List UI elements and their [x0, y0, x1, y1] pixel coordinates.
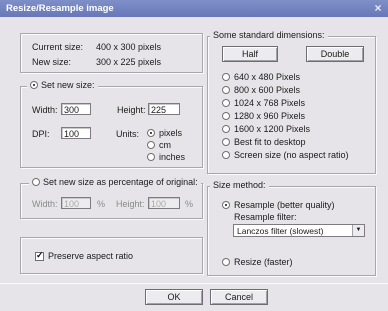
half-button[interactable]: Half	[222, 46, 278, 62]
unit-inches-radio[interactable]	[147, 153, 155, 161]
resample-filter-select[interactable]: Lanczos filter (slowest) ▼	[233, 224, 365, 237]
dpi-label: DPI:	[32, 129, 50, 139]
current-size-label: Current size:	[32, 42, 84, 52]
percentage-group: Set new size as percentage of original: …	[20, 177, 203, 219]
std-1600-radio[interactable]	[222, 125, 230, 133]
ok-button[interactable]: OK	[145, 289, 203, 305]
dpi-input[interactable]: 100	[61, 127, 91, 139]
std-640-radio[interactable]	[222, 73, 230, 81]
new-size-label: New size:	[32, 57, 72, 67]
percent-height-unit: %	[185, 199, 194, 209]
current-size-value: 400 x 300 pixels	[96, 42, 162, 52]
title-bar: Resize/Resample image ×	[0, 0, 388, 17]
size-method-group: Size method: Resample (better quality) R…	[207, 180, 376, 276]
standard-dimensions-group: Some standard dimensions: Half Double 64…	[207, 30, 376, 174]
std-option-1024[interactable]: 1024 x 768 Pixels	[222, 98, 305, 108]
cancel-button[interactable]: Cancel	[210, 289, 268, 305]
unit-option-cm[interactable]: cm	[147, 140, 171, 150]
set-new-size-label: Set new size:	[41, 80, 95, 90]
standard-dimensions-title: Some standard dimensions:	[210, 30, 328, 40]
chevron-down-icon[interactable]: ▼	[352, 225, 364, 236]
set-new-size-radio[interactable]	[30, 81, 38, 89]
unit-pixels-label: pixels	[159, 128, 183, 138]
std-option-1280[interactable]: 1280 x 960 Pixels	[222, 111, 305, 121]
resample-filter-label: Resample filter:	[234, 212, 297, 222]
percent-width-label: Width:	[32, 199, 58, 209]
unit-option-pixels[interactable]: pixels	[147, 128, 182, 138]
resample-filter-value: Lanczos filter (slowest)	[237, 226, 324, 236]
unit-cm-radio[interactable]	[147, 141, 155, 149]
std-option-best-fit[interactable]: Best fit to desktop	[222, 137, 306, 147]
set-new-size-group: Set new size: Width: 300 Height: 225 DPI…	[20, 80, 203, 168]
percent-height-input[interactable]: 100	[148, 197, 180, 209]
std-800-radio[interactable]	[222, 86, 230, 94]
percent-width-unit: %	[97, 199, 106, 209]
percentage-label: Set new size as percentage of original:	[43, 177, 198, 187]
height-input[interactable]: 225	[148, 103, 180, 115]
window-title: Resize/Resample image	[6, 3, 114, 14]
std-option-640[interactable]: 640 x 480 Pixels	[222, 72, 300, 82]
resample-radio[interactable]	[222, 201, 230, 209]
percent-height-label: Height:	[116, 199, 145, 209]
separator-line	[0, 283, 388, 284]
double-button[interactable]: Double	[306, 46, 364, 62]
std-option-screen-size[interactable]: Screen size (no aspect ratio)	[222, 150, 349, 160]
new-size-value: 300 x 225 pixels	[96, 57, 162, 67]
preserve-aspect-label: Preserve aspect ratio	[48, 251, 134, 261]
resample-option[interactable]: Resample (better quality)	[222, 200, 335, 210]
height-label: Height:	[117, 105, 146, 115]
preserve-aspect-checkbox[interactable]	[35, 250, 44, 261]
percentage-option[interactable]: Set new size as percentage of original:	[29, 177, 201, 187]
percent-width-input[interactable]: 100	[61, 197, 91, 209]
aspect-ratio-group: Preserve aspect ratio	[20, 237, 203, 274]
resize-option[interactable]: Resize (faster)	[222, 257, 293, 267]
size-info-group: Current size: 400 x 300 pixels New size:…	[20, 33, 203, 73]
size-method-title: Size method:	[210, 180, 269, 190]
std-1280-radio[interactable]	[222, 112, 230, 120]
close-icon[interactable]: ×	[372, 2, 384, 14]
std-best-fit-radio[interactable]	[222, 138, 230, 146]
preserve-aspect-option[interactable]: Preserve aspect ratio	[35, 250, 134, 261]
set-new-size-option[interactable]: Set new size:	[27, 80, 98, 90]
std-1024-radio[interactable]	[222, 99, 230, 107]
units-label: Units:	[116, 129, 140, 139]
unit-inches-label: inches	[159, 152, 186, 162]
std-option-800[interactable]: 800 x 600 Pixels	[222, 85, 300, 95]
unit-pixels-radio[interactable]	[147, 129, 155, 137]
std-screen-size-radio[interactable]	[222, 151, 230, 159]
width-input[interactable]: 300	[61, 103, 91, 115]
resize-radio[interactable]	[222, 258, 230, 266]
width-label: Width:	[32, 105, 58, 115]
std-option-1600[interactable]: 1600 x 1200 Pixels	[222, 124, 310, 134]
unit-cm-label: cm	[159, 140, 171, 150]
unit-option-inches[interactable]: inches	[147, 152, 185, 162]
percentage-radio[interactable]	[32, 178, 40, 186]
